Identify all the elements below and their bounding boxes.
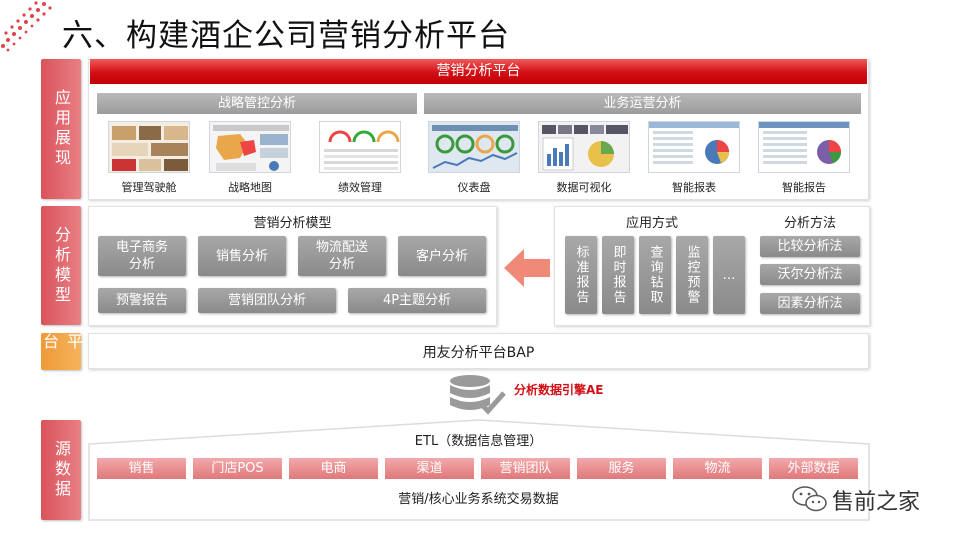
thumbnail-caption: 仪表盘: [457, 181, 491, 194]
more-methods-box: …: [713, 236, 745, 314]
side-label-analysis: 分析模型: [41, 206, 81, 325]
warning-report-box: 预警报告: [98, 288, 186, 313]
sales-analysis-box: 销售分析: [198, 236, 286, 276]
thumbnail-caption: 数据可视化: [556, 181, 612, 194]
4p-analysis-box: 4P主题分析: [348, 288, 486, 313]
thumbnail-caption: 管理驾驶舱: [121, 181, 177, 194]
page-title: 六、构建酒企公司营销分析平台: [62, 18, 510, 54]
source-channel: 渠道: [385, 458, 474, 479]
thumbnail-caption: 智能报表: [672, 181, 716, 194]
logistics-analysis-box: 物流配送 分析: [298, 236, 386, 276]
customer-analysis-box: 客户分析: [398, 236, 486, 276]
thumbnail-caption: 智能报告: [782, 181, 826, 194]
strategy-header: 战略管控分析: [97, 93, 417, 114]
core-data-label: 营销/核心业务系统交易数据: [398, 492, 559, 507]
wechat-icon: [792, 486, 827, 512]
thumbnail-caption: 战略地图: [228, 181, 272, 194]
visualization-thumbnail: [538, 121, 630, 173]
platform-bar: 营销分析平台: [90, 59, 867, 84]
source-logistics: 物流: [673, 458, 762, 479]
monitor-warning-box: 监控预警: [676, 236, 708, 314]
bap-label: 用友分析平台BAP: [422, 345, 535, 361]
source-sales: 销售: [97, 458, 186, 479]
etl-label: ETL（数据信息管理）: [414, 434, 543, 449]
thumbnail-caption: 绩效管理: [338, 181, 382, 194]
cockpit-thumbnail: [108, 121, 190, 173]
source-store-pos: 门店POS: [193, 458, 282, 479]
method-title: 分析方法: [783, 216, 836, 231]
smart-report-table-thumbnail: [648, 121, 740, 173]
wall-method-box: 沃尔分析法: [760, 264, 860, 285]
database-check-icon: [450, 375, 506, 415]
query-drill-box: 查询钻取: [639, 236, 671, 314]
instant-report-box: 即时报告: [602, 236, 634, 314]
ops-header: 业务运营分析: [424, 93, 861, 114]
model-title: 营销分析模型: [253, 216, 332, 231]
source-ecommerce: 电商: [289, 458, 378, 479]
source-team: 营销团队: [481, 458, 570, 479]
source-external: 外部数据: [769, 458, 858, 479]
left-arrow-icon: [504, 249, 550, 287]
side-label-platform: 平台: [40, 333, 83, 370]
side-label-source: 源数据: [41, 420, 81, 520]
strategy-map-thumbnail: [209, 121, 291, 173]
factor-method-box: 因素分析法: [760, 293, 860, 314]
side-label-app: 应用展现: [41, 59, 81, 199]
comparison-method-box: 比较分析法: [760, 236, 860, 257]
apply-title: 应用方式: [625, 216, 678, 231]
smart-report-doc-thumbnail: [758, 121, 850, 173]
team-analysis-box: 营销团队分析: [198, 288, 336, 313]
ecommerce-analysis-box: 电子商务 分析: [98, 236, 186, 276]
dashboard-thumbnail: [428, 121, 520, 173]
standard-report-box: 标准报告: [565, 236, 597, 314]
engine-label: 分析数据引擎AE: [514, 383, 604, 397]
corner-dots-decoration: [1, 1, 52, 52]
source-service: 服务: [577, 458, 666, 479]
watermark-text: 售前之家: [832, 490, 921, 515]
performance-thumbnail: [319, 121, 401, 173]
